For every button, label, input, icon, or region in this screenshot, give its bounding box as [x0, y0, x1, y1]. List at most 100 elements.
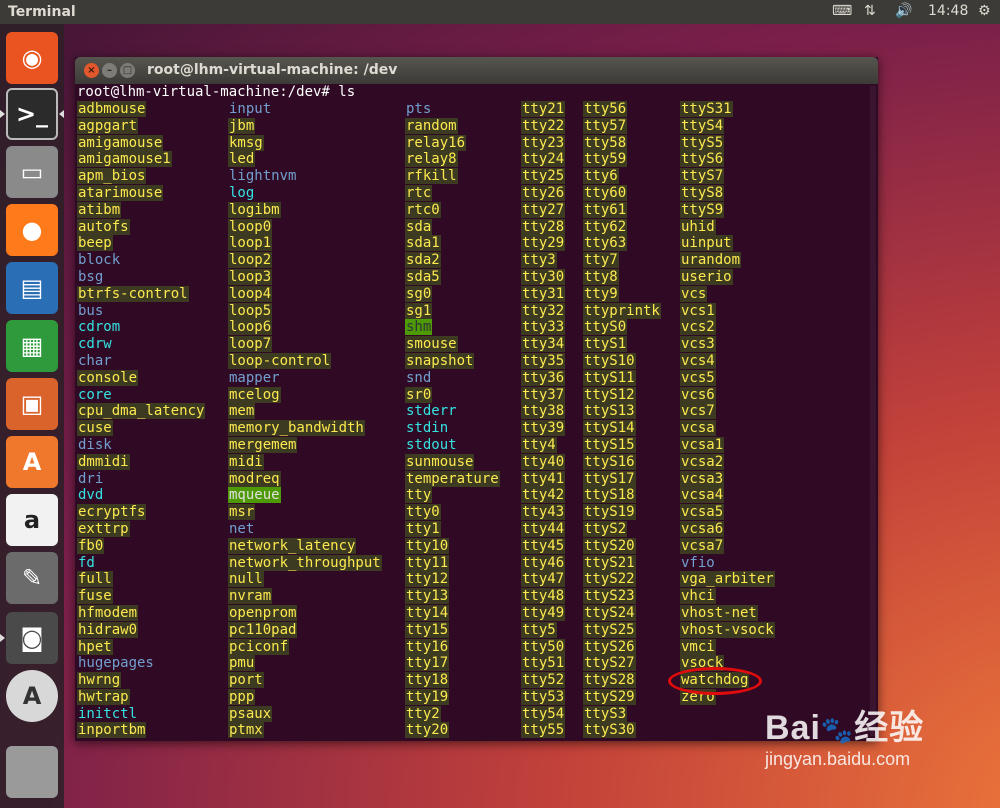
entry-name: temperature [405, 470, 500, 487]
list-item: sunmouse [405, 453, 500, 471]
launcher-trash[interactable] [6, 746, 58, 798]
entry-name: tty20 [405, 722, 450, 739]
list-item: tty60 [583, 184, 661, 202]
list-item: logibm [228, 201, 382, 219]
maximize-button[interactable]: □ [120, 63, 135, 78]
listing-column: pts random relay16 relay8 rfkill rtc rtc0 sda sd… [405, 101, 500, 739]
entry-name: hidraw0 [77, 621, 139, 638]
list-item: ttyS5 [680, 134, 775, 152]
entry-name: loop7 [228, 336, 273, 353]
terminal-output[interactable]: root@lhm-virtual-machine:/dev# ls adbmou… [75, 84, 878, 741]
entry-name: tty1 [405, 520, 441, 537]
launcher-libreoffice-calc[interactable]: ▦ [6, 320, 58, 372]
entry-name: uhid [680, 218, 716, 235]
list-item: mcelog [228, 386, 382, 404]
list-item: ttyS25 [583, 621, 661, 639]
list-item: tty18 [405, 672, 500, 689]
list-item: sg0 [405, 285, 500, 303]
list-item: char [77, 353, 205, 370]
list-item: tty42 [521, 487, 566, 504]
list-item: tty61 [583, 201, 661, 219]
entry-name: urandom [680, 252, 742, 269]
entry-name: vcsa5 [680, 504, 725, 521]
close-button[interactable]: × [84, 63, 99, 78]
entry-name: cuse [77, 420, 113, 437]
launcher-libreoffice-writer[interactable]: ▤ [6, 262, 58, 314]
list-item: tty55 [521, 722, 566, 739]
entry-name: rtc0 [405, 201, 441, 218]
entry-name: atibm [77, 201, 122, 218]
list-item: beep [77, 235, 205, 252]
list-item: tty12 [405, 571, 500, 588]
entry-name: vmci [680, 638, 716, 655]
list-item: urandom [680, 252, 775, 269]
terminal-window[interactable]: × – □ root@lhm-virtual-machine: /dev roo… [75, 57, 878, 741]
clock[interactable]: 14:48 [928, 3, 968, 19]
list-item: modreq [228, 470, 382, 488]
power-gear-icon[interactable]: ⚙ [978, 3, 991, 19]
entry-name: ttyS21 [583, 554, 636, 571]
list-item: tty56 [583, 101, 661, 118]
volume-icon[interactable]: 🔊 [895, 3, 912, 19]
list-item: tty62 [583, 218, 661, 236]
entry-name: ttyS12 [583, 386, 636, 403]
keyboard-icon[interactable]: ⌨ [832, 3, 852, 19]
list-item: hfmodem [77, 604, 205, 622]
scrollbar[interactable] [870, 86, 876, 736]
entry-name: tty30 [521, 268, 566, 285]
list-item: vcs5 [680, 369, 775, 387]
launcher-firefox[interactable]: ● [6, 204, 58, 256]
entry-name: ttyS3 [583, 705, 628, 722]
list-item: sda [405, 218, 500, 236]
entry-name: cdrw [78, 336, 112, 353]
entry-name: vcs2 [680, 319, 716, 336]
list-item: bsg [77, 269, 205, 286]
entry-name: tty25 [521, 168, 566, 185]
entry-name: ttyS8 [680, 184, 725, 201]
list-item: sda2 [405, 252, 500, 269]
entry-name: vcs5 [680, 369, 716, 386]
entry-name: ttyS30 [583, 722, 636, 739]
launcher-files[interactable]: ▭ [6, 146, 58, 198]
entry-name: vcs4 [680, 352, 716, 369]
list-item: inportbm [77, 722, 205, 739]
entry-name: dvd [78, 487, 104, 504]
launcher-ubuntu-dash[interactable]: ◉ [6, 32, 58, 84]
entry-name: tty34 [521, 336, 566, 353]
entry-name: sunmouse [405, 453, 475, 470]
list-item: network_latency [228, 537, 382, 555]
entry-name: tty19 [405, 688, 450, 705]
list-item: apm_bios [77, 168, 205, 185]
entry-name: led [228, 151, 256, 168]
launcher-amazon[interactable]: a [6, 494, 58, 546]
launcher-system-monitor[interactable]: ◙ [6, 612, 58, 664]
list-item: mem [228, 403, 382, 420]
list-item: loop0 [228, 218, 382, 236]
list-item: fuse [77, 588, 205, 605]
list-item: ttyS22 [583, 571, 661, 588]
list-item: hpet [77, 638, 205, 656]
entry-name: tty28 [521, 218, 566, 235]
network-updown-icon[interactable]: ⇅ [864, 3, 876, 19]
entry-name: null [228, 571, 264, 588]
entry-name: network_latency [228, 537, 357, 554]
entry-name: vfio [681, 554, 715, 571]
launcher-software-center[interactable]: A [6, 436, 58, 488]
list-item: sda5 [405, 268, 500, 286]
entry-name: loop5 [228, 302, 273, 319]
list-item: loop5 [228, 302, 382, 320]
entry-name: block [78, 252, 121, 269]
entry-name: tty14 [405, 604, 450, 621]
launcher-system-settings[interactable]: ✎ [6, 552, 58, 604]
entry-name: tty48 [521, 588, 566, 605]
window-titlebar[interactable]: × – □ root@lhm-virtual-machine: /dev [75, 57, 878, 84]
launcher-software-updater[interactable]: A [6, 670, 58, 722]
launcher-terminal[interactable]: >_ [6, 88, 58, 140]
launcher-libreoffice-impress[interactable]: ▣ [6, 378, 58, 430]
list-item: stderr [405, 403, 500, 420]
entry-name: tty46 [521, 554, 566, 571]
minimize-button[interactable]: – [102, 63, 117, 78]
list-item: ttyS21 [583, 554, 661, 572]
entry-name: tty45 [521, 537, 566, 554]
list-item: adbmouse [77, 101, 205, 118]
